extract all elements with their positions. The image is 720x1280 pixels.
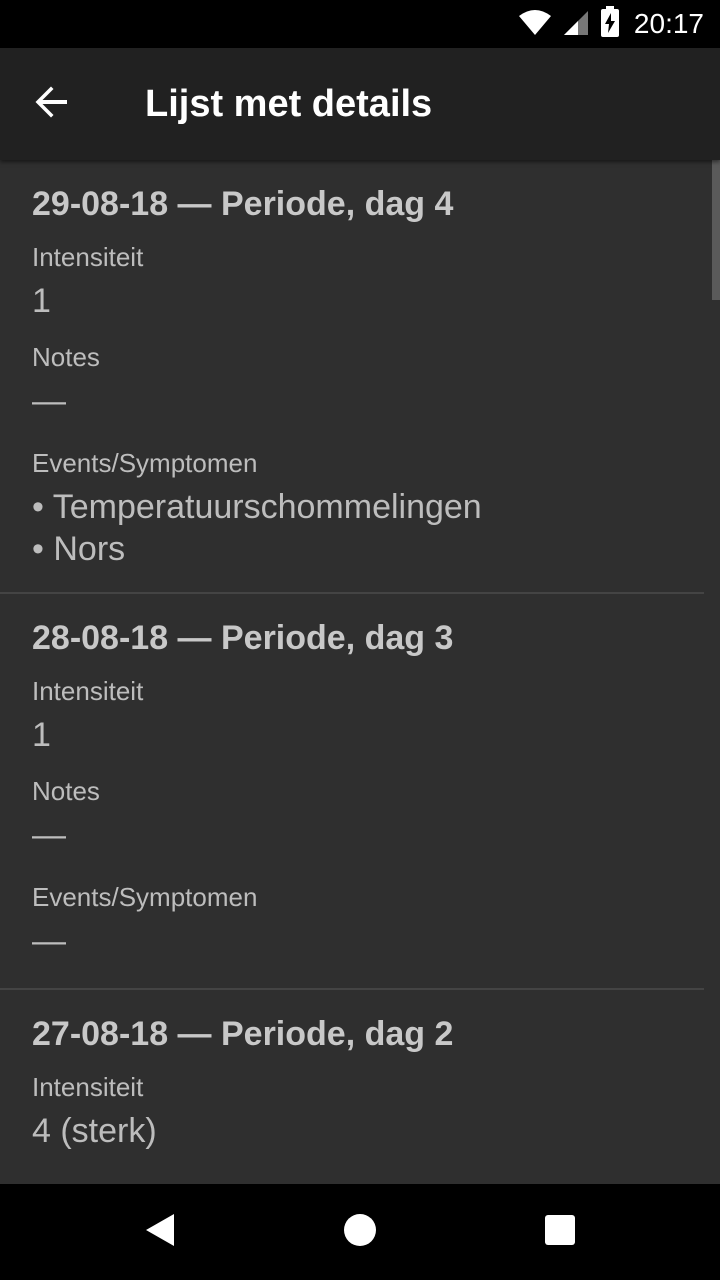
- notes-label: Notes: [32, 776, 100, 806]
- intensity-label: Intensiteit: [32, 242, 144, 272]
- intensity-label: Intensiteit: [32, 1072, 144, 1102]
- back-button[interactable]: [24, 76, 80, 132]
- event-item: • Temperatuurschommelingen: [32, 488, 482, 526]
- battery-charging-icon: [600, 5, 620, 43]
- list-item[interactable]: 28-08-18 — Periode, dag 3 Intensiteit 1 …: [0, 594, 720, 990]
- recents-square-icon: [542, 1212, 578, 1253]
- notes-label: Notes: [32, 342, 100, 372]
- nav-back-button[interactable]: [136, 1208, 184, 1256]
- app-bar: Lijst met details: [0, 48, 720, 160]
- navigation-bar: [0, 1184, 720, 1280]
- events-label: Events/Symptomen: [32, 448, 258, 478]
- clock: 20:17: [633, 8, 704, 39]
- wifi-icon: [518, 8, 552, 41]
- list-item[interactable]: 29-08-18 — Periode, dag 4 Intensiteit 1 …: [0, 160, 720, 594]
- nav-home-button[interactable]: [336, 1208, 384, 1256]
- entry-title: 29-08-18 — Periode, dag 4: [32, 185, 454, 223]
- notes-value: —: [32, 382, 66, 420]
- event-item: • Nors: [32, 530, 126, 568]
- entry-title: 27-08-18 — Periode, dag 2: [32, 1015, 454, 1053]
- entry-title: 28-08-18 — Periode, dag 3: [32, 619, 454, 657]
- status-icons: 20:17: [518, 0, 704, 48]
- intensity-value: 1: [32, 716, 51, 754]
- intensity-value: 1: [32, 282, 51, 320]
- arrow-back-icon: [34, 84, 70, 125]
- intensity-label: Intensiteit: [32, 676, 144, 706]
- events-list: —: [32, 920, 720, 962]
- event-item: —: [32, 922, 66, 960]
- events-list: • Temperatuurschommelingen • Nors: [32, 486, 720, 570]
- status-bar: 20:17: [0, 0, 720, 48]
- events-label: Events/Symptomen: [32, 882, 258, 912]
- page-title: Lijst met details: [145, 83, 433, 125]
- list-item[interactable]: 27-08-18 — Periode, dag 2 Intensiteit 4 …: [0, 990, 720, 1184]
- notes-value: —: [32, 816, 66, 854]
- home-circle-icon: [342, 1212, 378, 1253]
- back-triangle-icon: [142, 1212, 178, 1253]
- details-list[interactable]: 29-08-18 — Periode, dag 4 Intensiteit 1 …: [0, 160, 720, 1184]
- intensity-value: 4 (sterk): [32, 1112, 157, 1150]
- scrollbar-thumb[interactable]: [712, 160, 720, 300]
- nav-recents-button[interactable]: [536, 1208, 584, 1256]
- cell-signal-icon: [562, 8, 590, 41]
